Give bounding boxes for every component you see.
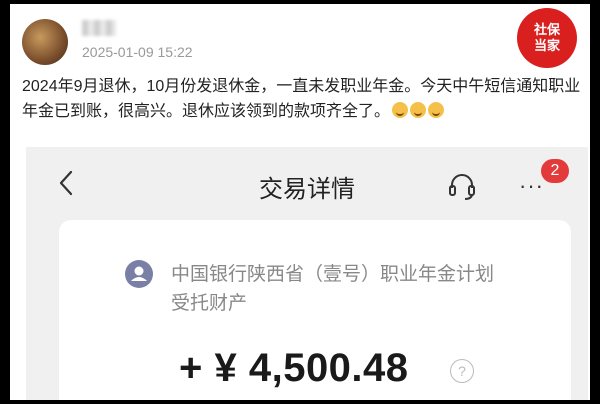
grin-emoji-icon xyxy=(428,102,445,118)
username[interactable]: 清清 xyxy=(82,20,116,36)
headset-icon[interactable] xyxy=(447,171,477,201)
transaction-screenshot: 交易详情 ··· 2 中国银行陕西省（壹号）职业年金计划受托财产 + ¥ 4,5… xyxy=(26,147,588,400)
transaction-amount: + ¥ 4,500.48 xyxy=(179,346,409,390)
page-title: 交易详情 xyxy=(259,176,355,203)
logo-line-2: 当家 xyxy=(533,38,560,53)
notification-badge: 2 xyxy=(541,159,569,183)
help-icon[interactable]: ? xyxy=(450,359,474,383)
post-timestamp: 2025-01-09 15:22 xyxy=(82,44,193,60)
post-card: 清清 2025-01-09 15:22 社保 当家 2024年9月退休，10月份… xyxy=(10,4,590,400)
post-body: 2024年9月退休，10月份发退休金，一直未发职业年金。今天中午短信通知职业年金… xyxy=(22,78,581,120)
transaction-detail-card: 中国银行陕西省（壹号）职业年金计划受托财产 + ¥ 4,500.48 ? xyxy=(59,220,571,400)
logo-line-1: 社保 xyxy=(533,22,560,37)
avatar[interactable] xyxy=(22,19,68,65)
grin-emoji-icon xyxy=(392,102,409,118)
post-text: 2024年9月退休，10月份发退休金，一直未发职业年金。今天中午短信通知职业年金… xyxy=(22,74,582,124)
person-icon xyxy=(125,260,153,288)
payee-name: 中国银行陕西省（壹号）职业年金计划受托财产 xyxy=(171,264,495,314)
grin-emoji-icon xyxy=(410,102,427,118)
shebao-dangjia-logo: 社保 当家 xyxy=(517,8,577,68)
more-dots: ··· xyxy=(519,173,544,198)
